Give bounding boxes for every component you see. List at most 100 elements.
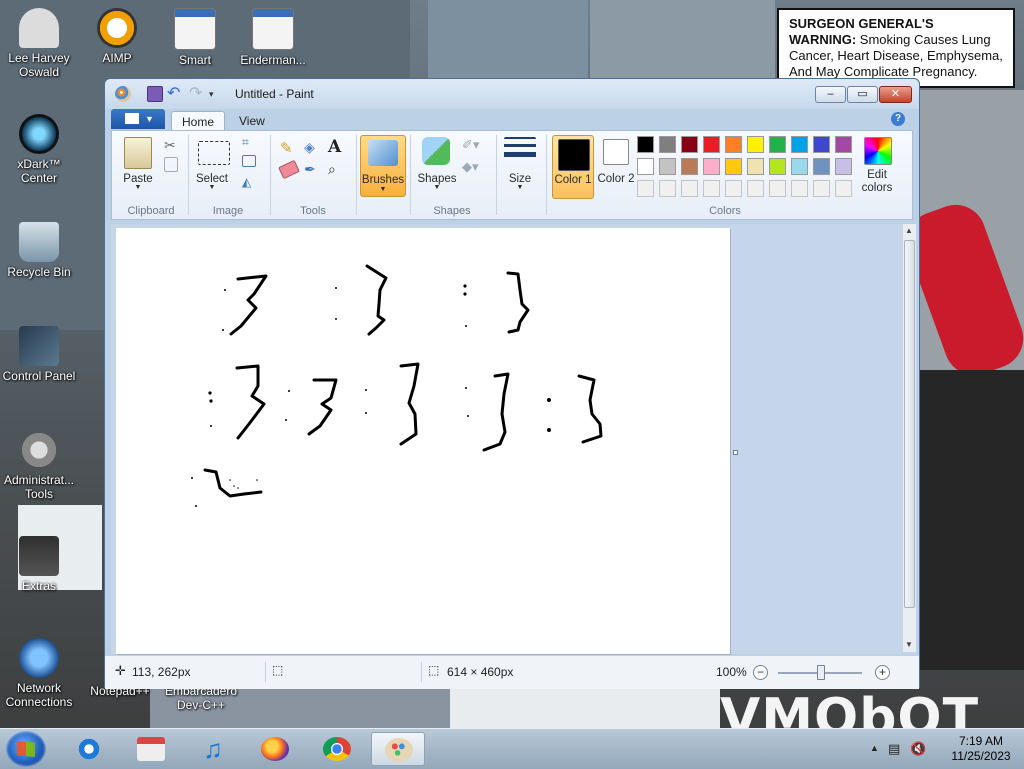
- palette-swatch[interactable]: [813, 158, 830, 175]
- magnifier-icon[interactable]: ⌕: [328, 161, 346, 179]
- palette-swatch[interactable]: [681, 158, 698, 175]
- resize-icon[interactable]: [242, 155, 256, 167]
- palette-swatch[interactable]: [791, 158, 808, 175]
- palette-swatch[interactable]: [703, 158, 720, 175]
- palette-swatch[interactable]: [769, 136, 786, 153]
- desktop-icon-enderman[interactable]: Enderman...: [234, 8, 312, 67]
- desktop-icon-smart[interactable]: Smart: [156, 8, 234, 67]
- network-tray-icon[interactable]: ▤: [888, 741, 900, 757]
- shapes-dropdown-icon[interactable]: ▼: [412, 184, 462, 191]
- minimize-button[interactable]: –: [815, 86, 846, 103]
- desktop-icon-administrative-tools[interactable]: Administrat... Tools: [0, 430, 78, 501]
- taskbar-paint[interactable]: [371, 732, 425, 766]
- size-icon[interactable]: [504, 137, 536, 165]
- edit-colors-button[interactable]: Edit colors: [856, 169, 898, 195]
- undo-icon[interactable]: ↶: [167, 86, 183, 102]
- size-dropdown-icon[interactable]: ▼: [500, 184, 540, 191]
- scroll-up-icon[interactable]: ▲: [905, 226, 913, 235]
- clock[interactable]: 7:19 AM 11/25/2023: [946, 734, 1016, 764]
- palette-swatch-custom[interactable]: [791, 180, 808, 197]
- palette-swatch-custom[interactable]: [725, 180, 742, 197]
- pencil-icon[interactable]: ✎: [280, 139, 298, 157]
- taskbar-internet-explorer[interactable]: [62, 732, 116, 766]
- palette-swatch[interactable]: [681, 136, 698, 153]
- help-icon[interactable]: ?: [891, 112, 905, 126]
- desktop-icon-extras[interactable]: Extras: [0, 536, 78, 593]
- palette-swatch[interactable]: [747, 136, 764, 153]
- palette-swatch[interactable]: [637, 136, 654, 153]
- crop-icon[interactable]: ⌗: [242, 135, 260, 153]
- desktop-icon-network-connections[interactable]: Network Connections: [0, 638, 78, 709]
- palette-swatch[interactable]: [813, 136, 830, 153]
- palette-swatch[interactable]: [725, 136, 742, 153]
- desktop-icon-xdark-center[interactable]: xDark™ Center: [0, 114, 78, 185]
- start-button[interactable]: [6, 731, 46, 767]
- palette-swatch[interactable]: [659, 158, 676, 175]
- desktop-icon-control-panel[interactable]: Control Panel: [0, 326, 78, 383]
- rotate-icon[interactable]: ◭: [242, 175, 260, 193]
- tab-view[interactable]: View: [229, 111, 275, 131]
- taskbar-store[interactable]: [124, 732, 178, 766]
- brushes-button[interactable]: Brushes ▼: [360, 135, 406, 197]
- copy-icon[interactable]: [164, 157, 178, 172]
- palette-swatch[interactable]: [703, 136, 720, 153]
- palette-swatch[interactable]: [725, 158, 742, 175]
- palette-swatch[interactable]: [747, 158, 764, 175]
- zoom-slider-thumb[interactable]: [817, 665, 825, 680]
- paint-menu-button[interactable]: ▼: [111, 109, 165, 129]
- palette-swatch-custom[interactable]: [637, 180, 654, 197]
- drawing-canvas[interactable]: [116, 228, 730, 654]
- desktop-icon-aimp[interactable]: AIMP: [78, 8, 156, 65]
- palette-swatch[interactable]: [637, 158, 654, 175]
- color2-swatch[interactable]: [603, 139, 629, 165]
- palette-swatch[interactable]: [659, 136, 676, 153]
- fill-shape-icon[interactable]: ◆▾: [462, 159, 480, 177]
- desktop-icon-lee-harvey-oswald[interactable]: Lee Harvey Oswald: [0, 8, 78, 79]
- palette-swatch-custom[interactable]: [747, 180, 764, 197]
- close-button[interactable]: ✕: [879, 86, 912, 103]
- palette-swatch-custom[interactable]: [813, 180, 830, 197]
- paste-dropdown-icon[interactable]: ▼: [120, 184, 156, 191]
- color2-button[interactable]: Color 2: [596, 173, 636, 186]
- palette-swatch-custom[interactable]: [769, 180, 786, 197]
- title-bar[interactable]: ↶ ↷ ▾ Untitled - Paint – ▭ ✕: [105, 79, 919, 109]
- taskbar-firefox[interactable]: [248, 732, 302, 766]
- desktop-icon-recycle-bin[interactable]: Recycle Bin: [0, 222, 78, 279]
- tab-home[interactable]: Home: [171, 111, 226, 131]
- palette-swatch-custom[interactable]: [835, 180, 852, 197]
- vertical-scrollbar[interactable]: ▲ ▼: [902, 224, 916, 652]
- save-icon[interactable]: [147, 86, 163, 102]
- palette-swatch-custom[interactable]: [703, 180, 720, 197]
- palette-swatch-custom[interactable]: [681, 180, 698, 197]
- palette-swatch-custom[interactable]: [659, 180, 676, 197]
- zoom-in-button[interactable]: +: [875, 665, 890, 680]
- scroll-down-icon[interactable]: ▼: [905, 640, 913, 649]
- edit-colors-icon[interactable]: [864, 137, 892, 165]
- shapes-icon[interactable]: [422, 137, 450, 165]
- redo-icon[interactable]: ↷: [189, 86, 205, 102]
- taskbar-music[interactable]: ♫: [186, 732, 240, 766]
- palette-swatch[interactable]: [791, 136, 808, 153]
- text-icon[interactable]: A: [328, 137, 346, 157]
- canvas-resize-handle[interactable]: [733, 450, 738, 455]
- maximize-button[interactable]: ▭: [847, 86, 878, 103]
- color-picker-icon[interactable]: ✒: [304, 161, 322, 179]
- paste-icon[interactable]: [124, 137, 152, 169]
- taskbar-chrome[interactable]: [310, 732, 364, 766]
- volume-muted-icon[interactable]: 🔇: [910, 741, 926, 757]
- scrollbar-thumb[interactable]: [904, 240, 915, 608]
- palette-swatch[interactable]: [835, 136, 852, 153]
- cut-icon[interactable]: ✂: [164, 137, 182, 155]
- show-hidden-icons[interactable]: ▲: [870, 743, 879, 753]
- select-dropdown-icon[interactable]: ▼: [192, 184, 232, 191]
- palette-swatch[interactable]: [835, 158, 852, 175]
- eraser-icon[interactable]: [278, 159, 300, 180]
- outline-icon[interactable]: ✐▾: [462, 137, 480, 155]
- paint-app-icon[interactable]: [115, 86, 131, 102]
- fill-icon[interactable]: ◈: [304, 139, 322, 157]
- zoom-out-button[interactable]: −: [753, 665, 768, 680]
- select-icon[interactable]: [198, 141, 230, 165]
- customize-quick-access-icon[interactable]: ▾: [209, 86, 225, 102]
- palette-swatch[interactable]: [769, 158, 786, 175]
- color1-button[interactable]: Color 1: [552, 135, 594, 199]
